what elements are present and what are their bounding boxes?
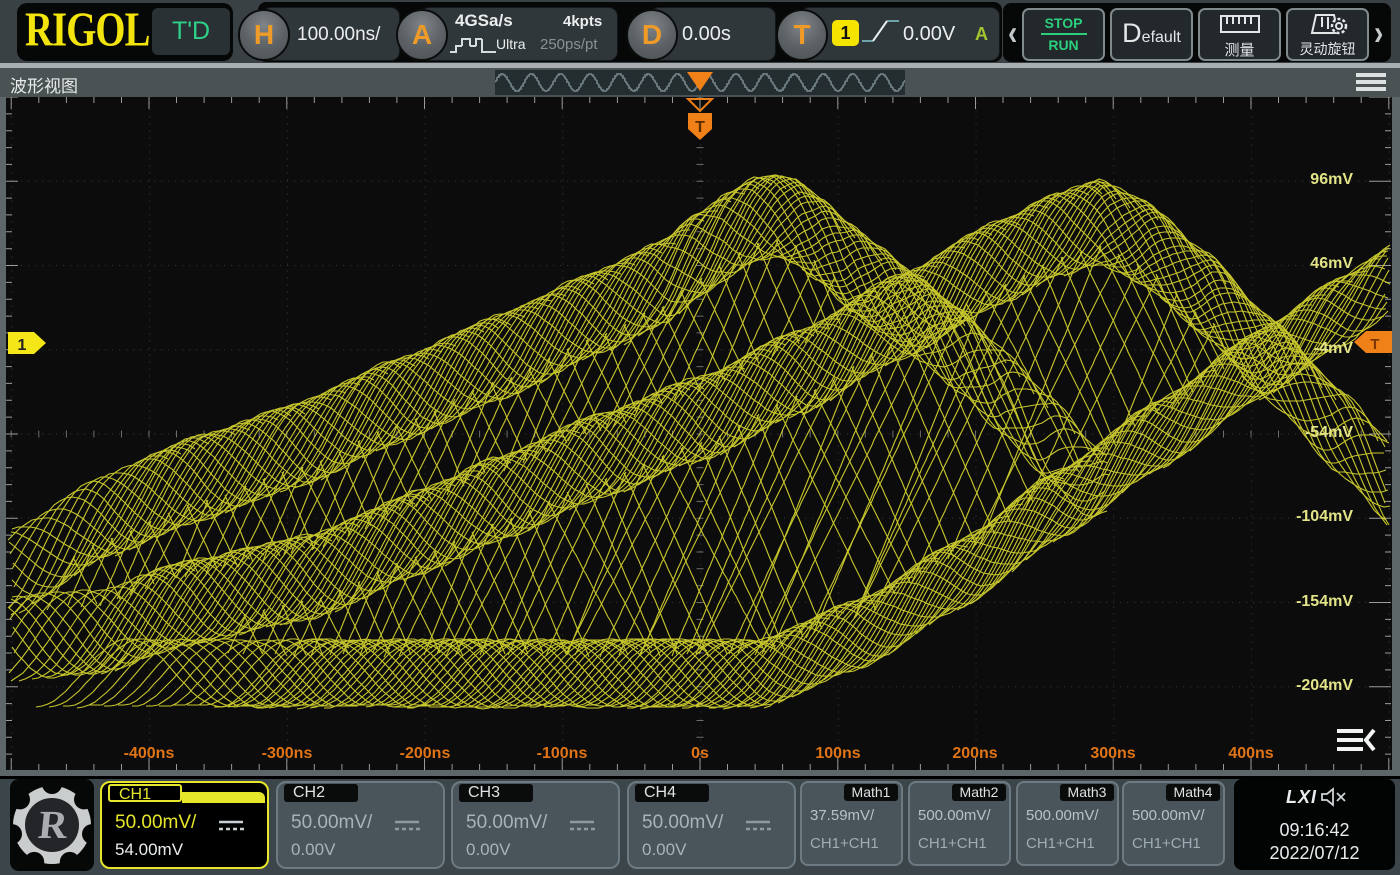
svg-text:T: T bbox=[695, 119, 705, 136]
svg-text:1: 1 bbox=[18, 337, 27, 354]
svg-text:T: T bbox=[1370, 336, 1379, 353]
svg-text:R: R bbox=[36, 802, 71, 847]
